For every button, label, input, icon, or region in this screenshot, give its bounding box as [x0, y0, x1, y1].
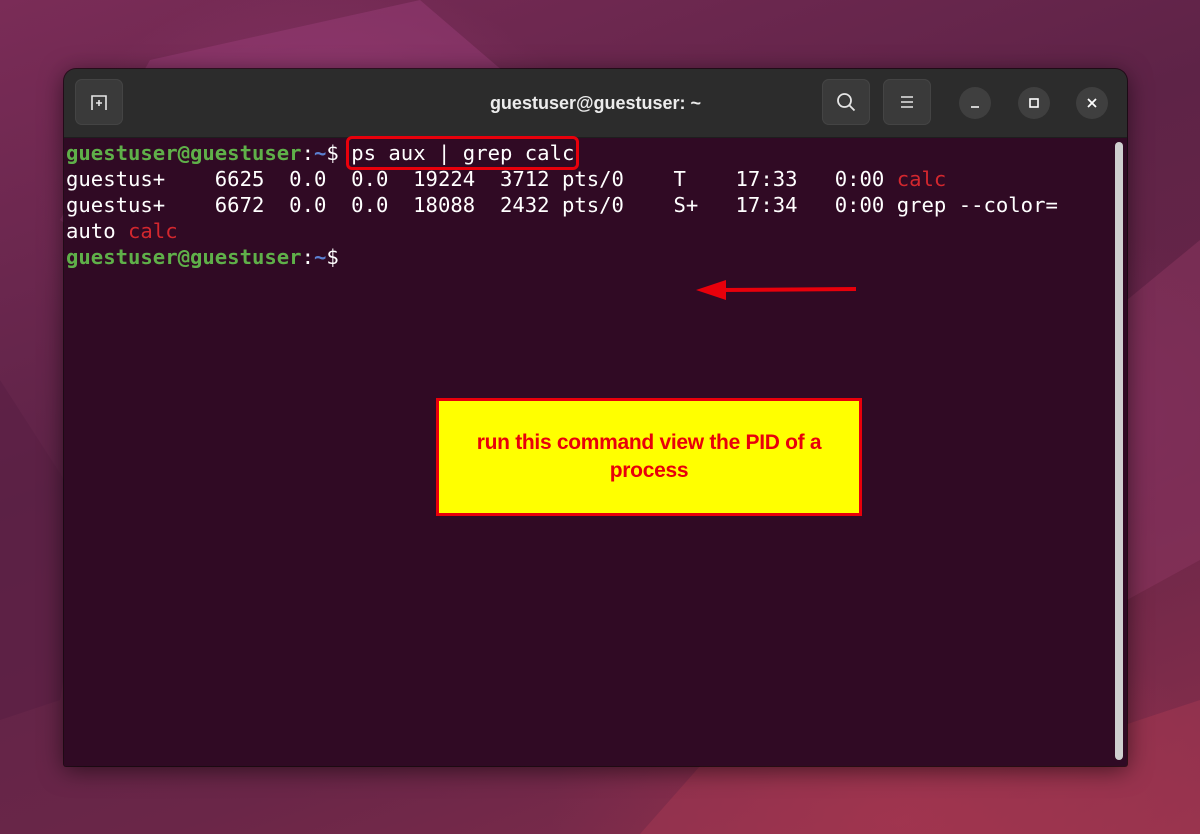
terminal-text: guestuser@guestuser:~$ ps aux | grep cal…	[66, 136, 1058, 270]
prompt-colon: :	[301, 141, 314, 165]
menu-button[interactable]	[883, 79, 931, 125]
prompt-user-host: guestuser@guestuser	[66, 141, 302, 165]
output-text: guestus+ 6625 0.0 0.0 19224 3712 pts/0 T…	[66, 167, 897, 191]
close-icon	[1087, 98, 1097, 108]
output-text: auto	[66, 219, 128, 243]
prompt-colon: :	[301, 245, 314, 269]
maximize-button[interactable]	[1018, 87, 1050, 119]
annotation-callout: run this command view the PID of a proce…	[436, 398, 862, 516]
output-text: guestus+ 6672 0.0 0.0 18088 2432 pts/0 S…	[66, 193, 1058, 217]
terminal-window[interactable]: guestuser@guestuser: ~ guestuser@guestus…	[64, 69, 1127, 766]
prompt-line-1: guestuser@guestuser:~$ ps aux | grep cal…	[66, 136, 1058, 170]
minimize-button[interactable]	[959, 87, 991, 119]
search-icon	[837, 93, 856, 112]
hamburger-menu-icon	[901, 96, 913, 108]
new-tab-icon	[91, 95, 107, 110]
terminal-output-area[interactable]: guestuser@guestuser:~$ ps aux | grep cal…	[64, 136, 1127, 766]
annotation-arrow-icon	[696, 280, 857, 300]
prompt-path: ~	[313, 245, 327, 269]
new-tab-button[interactable]	[75, 79, 123, 125]
prompt-user-host: guestuser@guestuser	[66, 245, 302, 269]
prompt-symbol: $	[326, 245, 339, 269]
grep-match: calc	[896, 167, 947, 191]
output-line: guestus+ 6672 0.0 0.0 18088 2432 pts/0 S…	[66, 192, 1058, 218]
prompt-path: ~	[313, 141, 327, 165]
highlighted-command: ps aux | grep calc	[346, 136, 580, 170]
prompt-symbol: $	[326, 141, 352, 165]
close-button[interactable]	[1076, 87, 1108, 119]
grep-match: calc	[128, 219, 178, 243]
minimize-icon	[971, 106, 979, 108]
terminal-scrollbar[interactable]	[1115, 142, 1123, 760]
prompt-line-2: guestuser@guestuser:~$	[66, 244, 1058, 270]
search-button[interactable]	[822, 79, 870, 125]
window-titlebar[interactable]: guestuser@guestuser: ~	[64, 69, 1127, 138]
maximize-icon	[1029, 98, 1039, 108]
output-line: guestus+ 6625 0.0 0.0 19224 3712 pts/0 T…	[66, 166, 1058, 192]
output-line: auto calc	[66, 218, 1058, 244]
